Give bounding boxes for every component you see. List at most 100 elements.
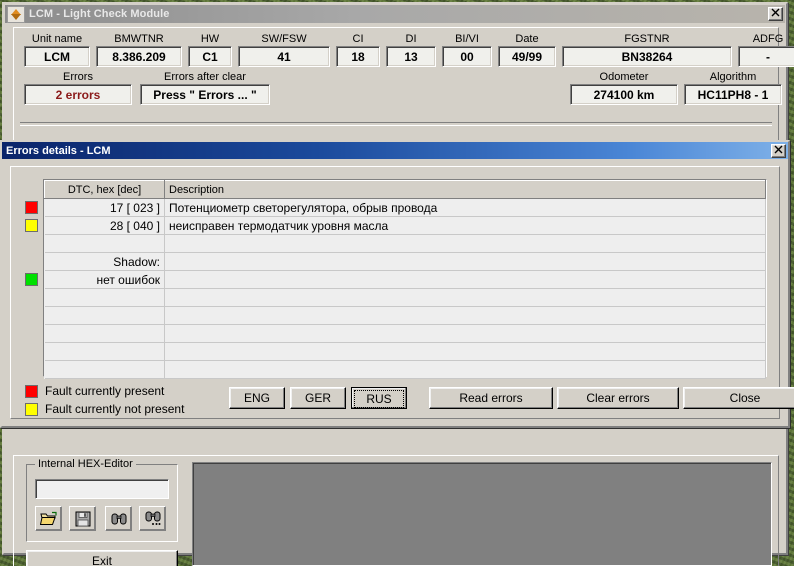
legend-swatch-red — [25, 384, 38, 398]
open-folder-icon — [40, 511, 57, 525]
main-window-title: LCM - Light Check Module — [29, 8, 170, 20]
status-square-red — [25, 201, 38, 214]
find-icon — [111, 513, 126, 524]
field-odometer-value: 274100 km — [570, 84, 678, 105]
lang-eng-label: ENG — [243, 391, 270, 405]
table-row[interactable] — [44, 234, 766, 253]
table-row[interactable]: 17 [ 023 ] Потенциометр светорегулятора,… — [44, 198, 766, 217]
errors-dialog-title: Errors details - LCM — [6, 144, 111, 157]
column-header-dtc[interactable]: DTC, hex [dec] — [44, 180, 165, 199]
clear-errors-button[interactable]: Clear errors — [557, 387, 679, 409]
field-unit-name-label: Unit name — [31, 33, 83, 45]
hex-save-button[interactable] — [69, 506, 96, 531]
field-algorithm-value: HC11PH8 - 1 — [684, 84, 782, 105]
lang-eng-button[interactable]: ENG — [229, 387, 285, 409]
cell-description — [164, 324, 766, 343]
field-errors-after-clear-value[interactable]: Press " Errors ... " — [140, 84, 270, 105]
field-unit-name-value: LCM — [24, 46, 90, 67]
table-row[interactable]: Shadow: — [44, 252, 766, 271]
exit-button-label: Exit — [91, 554, 112, 566]
field-ci: CI 18 — [336, 32, 380, 67]
cell-description — [164, 306, 766, 325]
main-window-close-button[interactable] — [768, 7, 783, 21]
cell-description — [164, 342, 766, 361]
cell-dtc — [44, 234, 165, 253]
fault-legend: Fault currently present Fault currently … — [25, 383, 184, 419]
field-hw-value: C1 — [188, 46, 232, 67]
column-header-description[interactable]: Description — [164, 180, 766, 199]
hex-find-next-button[interactable] — [139, 506, 166, 531]
hex-editor-input[interactable] — [35, 479, 169, 499]
field-sw-fsw-value: 41 — [238, 46, 330, 67]
cell-dtc: 17 [ 023 ] — [44, 198, 165, 217]
errors-dialog-titlebar[interactable]: Errors details - LCM — [2, 142, 788, 159]
table-row[interactable] — [44, 324, 766, 343]
cell-description: Потенциометр светорегулятора, обрыв пров… — [164, 198, 766, 217]
clear-errors-label: Clear errors — [586, 391, 650, 405]
errors-dialog-content: DTC, hex [dec] Description 17 [ 023 ] По… — [10, 166, 794, 419]
panel-divider — [20, 122, 772, 126]
close-icon — [774, 145, 783, 153]
lang-ger-button[interactable]: GER — [290, 387, 346, 409]
field-bmwtnr: BMWTNR 8.386.209 — [96, 32, 182, 67]
cell-dtc — [44, 288, 165, 307]
cell-dtc — [44, 306, 165, 325]
cell-dtc: нет ошибок — [44, 270, 165, 289]
internal-hex-editor-group: Internal HEX-Editor — [26, 458, 178, 542]
find-next-icon — [145, 511, 160, 525]
cell-description — [164, 270, 766, 289]
cell-description: неисправен термодатчик уровня масла — [164, 216, 766, 235]
errors-grid[interactable]: DTC, hex [dec] Description 17 [ 023 ] По… — [43, 179, 767, 379]
cell-dtc: 28 [ 040 ] — [44, 216, 165, 235]
table-row[interactable] — [44, 288, 766, 307]
exit-button[interactable]: Exit — [26, 550, 178, 566]
field-fgstnr-label: FGSTNR — [624, 33, 670, 45]
legend-label-present: Fault currently present — [45, 384, 165, 398]
field-algorithm: Algorithm HC11PH8 - 1 — [684, 70, 782, 105]
table-row[interactable] — [44, 342, 766, 361]
read-errors-button[interactable]: Read errors — [429, 387, 553, 409]
status-square-yellow — [25, 219, 38, 232]
cell-description — [164, 252, 766, 271]
lang-rus-button[interactable]: RUS — [351, 387, 407, 409]
field-fgstnr-value: BN38264 — [562, 46, 732, 67]
table-row[interactable] — [44, 360, 766, 379]
lang-rus-label: RUS — [354, 390, 404, 408]
cell-dtc — [44, 324, 165, 343]
field-errors-value: 2 errors — [24, 84, 132, 105]
lang-ger-label: GER — [304, 391, 331, 405]
hex-open-button[interactable] — [35, 506, 62, 531]
field-di-value: 13 — [386, 46, 436, 67]
cell-dtc — [44, 342, 165, 361]
field-odometer-label: Odometer — [599, 71, 649, 83]
field-bmwtnr-value: 8.386.209 — [96, 46, 182, 67]
cell-description — [164, 288, 766, 307]
cell-dtc: Shadow: — [44, 252, 165, 271]
main-window-titlebar[interactable]: LCM - Light Check Module — [5, 5, 785, 23]
field-date-label: Date — [515, 33, 539, 45]
field-unit-name: Unit name LCM — [24, 32, 90, 67]
errors-dialog-close-button[interactable] — [771, 143, 786, 158]
field-errors-after-clear: Errors after clear Press " Errors ... " — [140, 70, 270, 105]
field-hw: HW C1 — [188, 32, 232, 67]
field-adfg-value: - — [738, 46, 794, 67]
hex-editor-group-label: Internal HEX-Editor — [35, 458, 136, 470]
field-errors: Errors 2 errors — [24, 70, 132, 105]
field-di-label: DI — [405, 33, 417, 45]
field-errors-label: Errors — [63, 71, 93, 83]
field-adfg-label: ADFG — [752, 33, 784, 45]
table-row[interactable] — [44, 306, 766, 325]
hex-find-button[interactable] — [105, 506, 132, 531]
cell-description — [164, 234, 766, 253]
close-dialog-button[interactable]: Close — [683, 387, 794, 409]
cell-description — [164, 360, 766, 379]
field-bmwtnr-label: BMWTNR — [114, 33, 164, 45]
field-odometer: Odometer 274100 km — [570, 70, 678, 105]
read-errors-label: Read errors — [459, 391, 523, 405]
table-row[interactable]: 28 [ 040 ] неисправен термодатчик уровня… — [44, 216, 766, 235]
field-bi-vi-value: 00 — [442, 46, 492, 67]
field-sw-fsw: SW/FSW 41 — [238, 32, 330, 67]
table-row[interactable]: нет ошибок — [44, 270, 766, 289]
field-ci-label: CI — [352, 33, 364, 45]
errors-details-dialog: Errors details - LCM DTC, hex [dec] Desc… — [0, 140, 794, 428]
